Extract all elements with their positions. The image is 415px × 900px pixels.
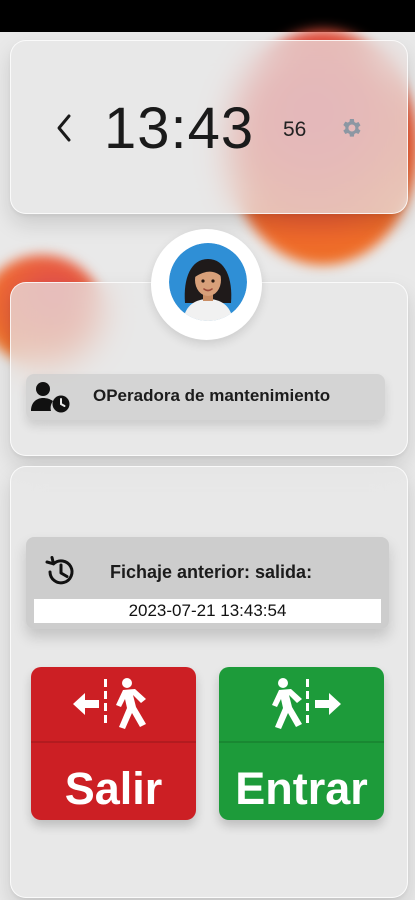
enter-button[interactable]: Entrar (219, 667, 384, 820)
previous-clocking-value: 2023-07-21 13:43:54 (128, 601, 287, 620)
gear-icon[interactable] (339, 116, 363, 140)
exit-button[interactable]: Salir (31, 667, 196, 820)
clock-time: 13:43 (104, 96, 255, 161)
exit-button-label: Salir (64, 763, 163, 814)
clock-seconds: 56 (283, 118, 307, 141)
avatar (169, 243, 247, 321)
exit-walk-icon (73, 678, 146, 729)
exit-button-divider (31, 741, 196, 743)
enter-button-label: Entrar (235, 763, 368, 814)
history-icon (45, 556, 74, 585)
role-label: OPeradora de mantenimiento (93, 386, 331, 405)
chevron-left-icon[interactable] (51, 112, 77, 144)
previous-clocking-label: Fichaje anterior: salida: (110, 562, 313, 582)
status-bar (0, 0, 415, 32)
user-clock-icon (31, 382, 70, 413)
enter-button-divider (219, 741, 384, 743)
enter-walk-icon (272, 678, 341, 729)
